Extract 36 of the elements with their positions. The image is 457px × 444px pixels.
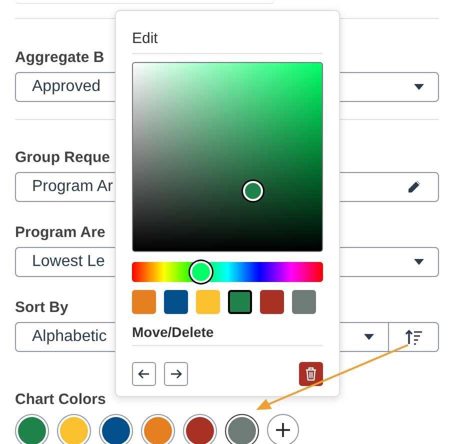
hue-handle[interactable] bbox=[190, 261, 212, 283]
hue-slider[interactable] bbox=[132, 262, 323, 282]
pencil-icon[interactable] bbox=[406, 179, 422, 195]
color-swatch[interactable] bbox=[141, 414, 175, 444]
color-swatch[interactable] bbox=[183, 414, 217, 444]
preset-swatch[interactable] bbox=[292, 290, 316, 314]
color-swatch[interactable] bbox=[57, 414, 91, 444]
preset-swatch[interactable] bbox=[260, 290, 284, 314]
plus-icon bbox=[276, 423, 290, 437]
color-swatch[interactable] bbox=[15, 414, 49, 444]
move-right-button[interactable] bbox=[164, 362, 188, 386]
saturation-picker[interactable] bbox=[132, 62, 323, 252]
trash-icon bbox=[305, 367, 317, 381]
color-swatch[interactable] bbox=[99, 414, 133, 444]
preset-swatch[interactable] bbox=[196, 290, 220, 314]
preset-swatch[interactable] bbox=[228, 290, 252, 314]
caret-icon bbox=[364, 334, 374, 340]
arrow-right-icon bbox=[170, 368, 182, 380]
field-label: Sort By bbox=[15, 299, 68, 317]
delete-button[interactable] bbox=[299, 362, 323, 386]
field-label: Group Reque bbox=[15, 149, 110, 167]
field-label: Aggregate B bbox=[15, 49, 104, 67]
color-swatch[interactable] bbox=[225, 414, 259, 444]
caret-icon bbox=[414, 84, 424, 90]
preset-swatch[interactable] bbox=[164, 290, 188, 314]
preset-swatch[interactable] bbox=[132, 290, 156, 314]
field-label: Program Are bbox=[15, 224, 106, 242]
section-label: Move/Delete bbox=[132, 324, 323, 346]
popover-title: Edit bbox=[132, 30, 323, 54]
arrow-left-icon bbox=[138, 368, 150, 380]
picker-handle[interactable] bbox=[243, 181, 263, 201]
caret-icon bbox=[414, 259, 424, 265]
field-label: Chart Colors bbox=[15, 391, 106, 409]
add-color-button[interactable] bbox=[267, 414, 299, 444]
sort-ascending-icon bbox=[404, 329, 422, 345]
move-left-button[interactable] bbox=[132, 362, 156, 386]
